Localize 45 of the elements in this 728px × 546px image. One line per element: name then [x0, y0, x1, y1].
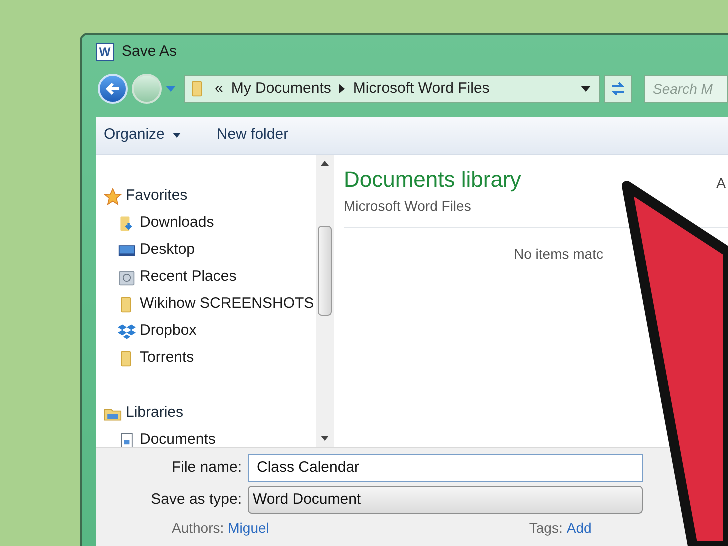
meta-link[interactable]: Miguel: [228, 518, 270, 539]
back-button[interactable]: [98, 74, 128, 104]
field-label: Save as type:: [150, 490, 242, 510]
file-name-field[interactable]: Class Calendar: [248, 454, 643, 482]
nav-item[interactable]: Downloads: [104, 210, 316, 237]
meta-label: Tags:: [529, 519, 563, 538]
library-subtitle: Microsoft Word Files: [344, 197, 472, 216]
caret-icon: [172, 133, 181, 138]
word-app-icon: W: [96, 43, 114, 61]
dropbox-icon: [118, 322, 136, 340]
dropdown-caret-icon[interactable]: [581, 86, 591, 92]
refresh-button[interactable]: [604, 75, 632, 103]
nav-group[interactable]: Favorites: [104, 183, 316, 210]
document-icon: [118, 432, 136, 447]
star-icon: [104, 188, 122, 206]
meta-link[interactable]: Add: [566, 518, 592, 539]
refresh-arrows-icon: [610, 82, 626, 96]
type-dropdown[interactable]: Word Document: [248, 486, 643, 514]
field-label: File name:: [170, 458, 242, 478]
library-title: Documents library: [344, 166, 522, 194]
address-bar[interactable]: « My Documents Microsoft Word Files: [184, 75, 600, 103]
breadcrumb-item[interactable]: My Documents: [231, 78, 332, 100]
scroll-down-icon[interactable]: [321, 436, 329, 441]
back-arrow-icon: [105, 81, 121, 97]
window-title: Save As: [122, 42, 178, 62]
nav-item[interactable]: Dropbox: [104, 318, 316, 345]
breadcrumb-item[interactable]: Microsoft Word Files: [353, 78, 490, 100]
meta-label: Authors:: [172, 519, 224, 538]
nav-item[interactable]: Wikihow SCREENSHOTS: [104, 291, 316, 318]
empty-message: No items matc: [514, 245, 604, 264]
toolbar-button[interactable]: New folder: [216, 124, 289, 147]
arrange-by-label[interactable]: A: [716, 173, 726, 194]
breadcrumb-overflow[interactable]: «: [215, 78, 224, 100]
organize-menu[interactable]: Organize: [104, 124, 181, 147]
nav-item[interactable]: Documents: [104, 427, 316, 447]
nav-item[interactable]: Desktop: [104, 237, 316, 264]
nav-item[interactable]: Recent Places: [104, 264, 316, 291]
recent-places-icon: [118, 268, 136, 286]
scroll-up-icon[interactable]: [321, 161, 329, 166]
breadcrumb-arrow-icon: [339, 84, 346, 94]
history-caret-icon[interactable]: [166, 85, 176, 93]
scroll-thumb[interactable]: [318, 226, 332, 316]
nav-scrollbar[interactable]: [316, 155, 334, 447]
nav-group[interactable]: Libraries: [104, 400, 316, 427]
nav-item[interactable]: Torrents: [104, 345, 316, 372]
